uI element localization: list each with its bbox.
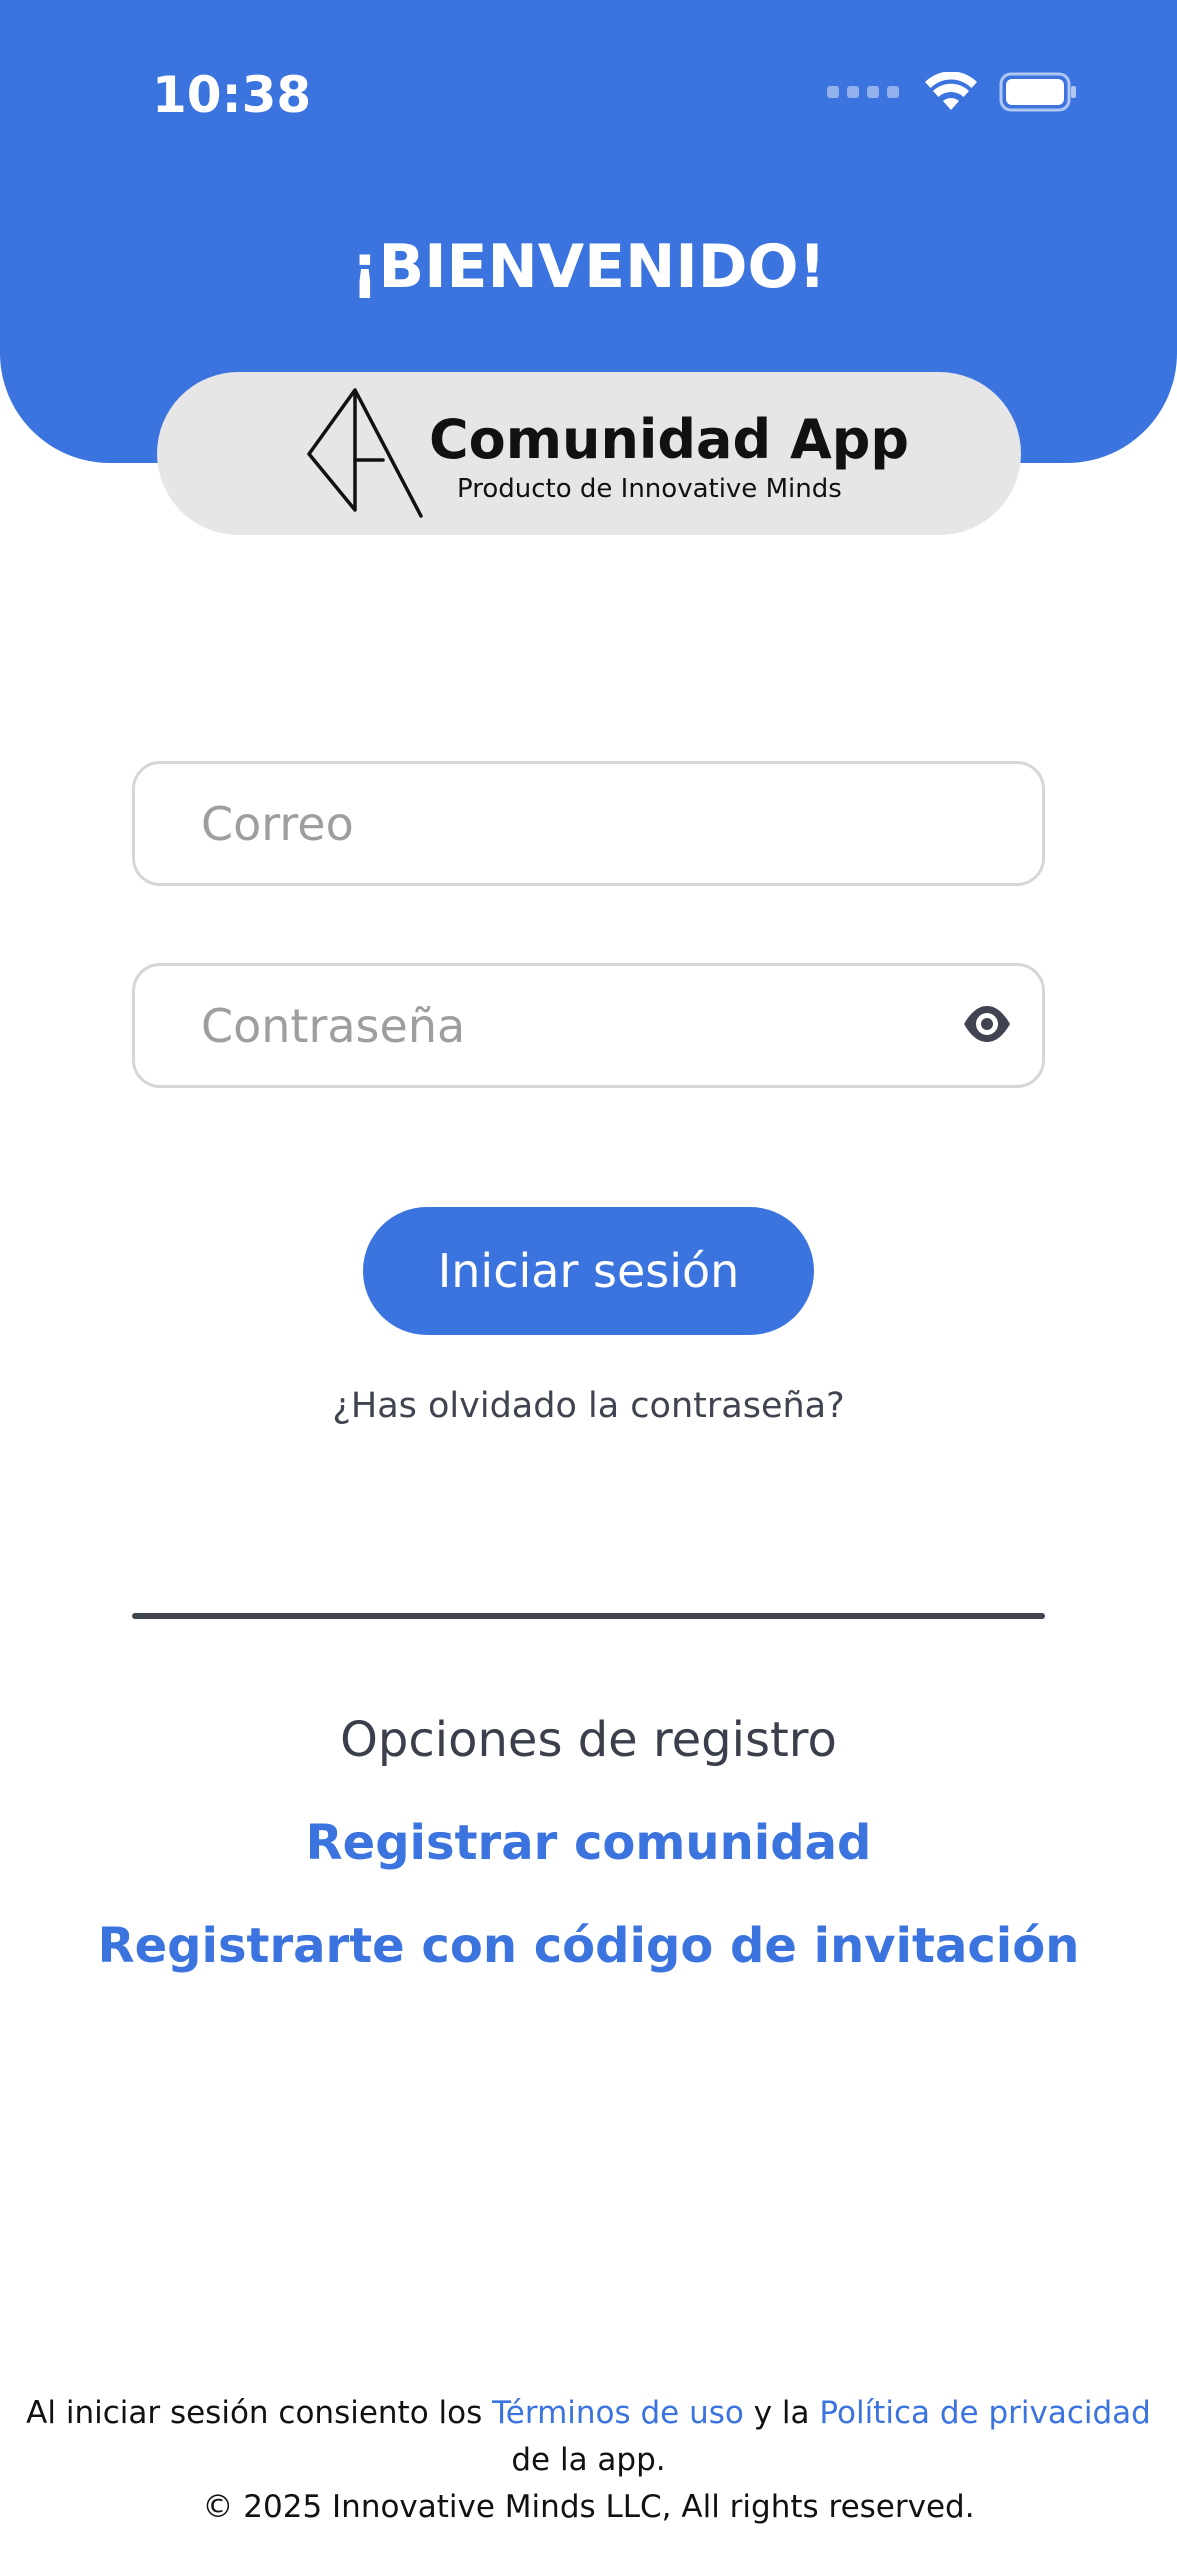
legal-footer: Al iniciar sesión consiento los Términos… [0,2390,1177,2531]
status-time: 10:38 [152,66,312,124]
welcome-heading: ¡BIENVENIDO! [351,232,826,302]
register-invite-code-link[interactable]: Registrarte con código de invitación [0,1918,1177,1974]
battery-icon [999,72,1077,112]
password-input[interactable] [201,966,921,1085]
app-logo-subtitle: Producto de Innovative Minds [457,474,842,504]
status-icons [827,72,1077,112]
app-logo-icon [305,386,425,527]
app-logo-banner: Comunidad App Producto de Innovative Min… [157,372,1021,535]
legal-consent-line: Al iniciar sesión consiento los Términos… [0,2390,1177,2437]
terms-of-use-link[interactable]: Términos de uso [492,2395,744,2431]
registration-options-title: Opciones de registro [340,1712,837,1768]
legal-suffix-text: de la app. [511,2442,666,2478]
cellular-signal-icon [827,86,899,98]
legal-middle-text: y la [743,2395,820,2431]
show-password-eye-icon[interactable] [962,1002,1012,1051]
legal-prefix-text: Al iniciar sesión consiento los [26,2395,493,2431]
forgot-password-link[interactable]: ¿Has olvidado la contraseña? [0,1386,1177,1426]
login-button[interactable]: Iniciar sesión [363,1207,814,1335]
section-divider [132,1613,1045,1619]
privacy-policy-link[interactable]: Política de privacidad [819,2395,1150,2431]
copyright-text: © 2025 Innovative Minds LLC, All rights … [202,2489,975,2525]
email-input[interactable] [201,764,921,883]
register-community-link[interactable]: Registrar comunidad [0,1815,1177,1871]
email-field[interactable] [132,761,1045,886]
wifi-icon [925,72,977,112]
password-field[interactable] [132,963,1045,1088]
app-logo-title: Comunidad App [429,408,910,471]
